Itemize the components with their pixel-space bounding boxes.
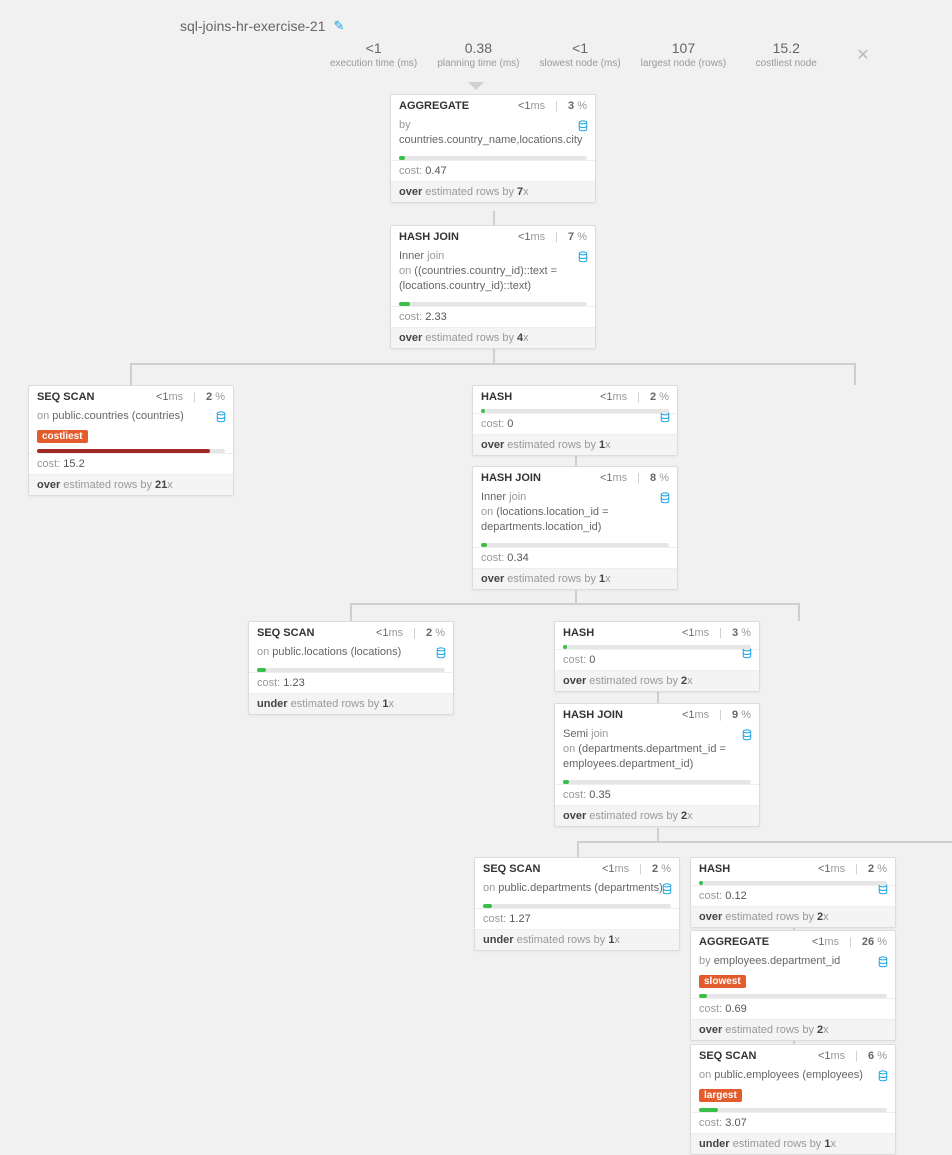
- node-hash-join-2[interactable]: HASH JOIN<1ms|8 % Inner joinon (location…: [472, 466, 678, 590]
- node-hash-2[interactable]: HASH<1ms|3 % cost: 0 over estimated rows…: [554, 621, 760, 692]
- database-icon[interactable]: [577, 251, 589, 268]
- database-icon[interactable]: [659, 411, 671, 428]
- node-hash-1[interactable]: HASH<1ms|2 % cost: 0 over estimated rows…: [472, 385, 678, 456]
- tag-largest: largest: [699, 1089, 742, 1102]
- node-seqscan-departments[interactable]: SEQ SCAN<1ms|2 % on public.departments (…: [474, 857, 680, 951]
- database-icon[interactable]: [577, 120, 589, 137]
- node-seqscan-employees[interactable]: SEQ SCAN<1ms|6 % on public.employees (em…: [690, 1044, 896, 1155]
- node-aggregate-root[interactable]: AGGREGATE<1ms|3 % by countries.country_n…: [390, 94, 596, 203]
- plan-stage: AGGREGATE<1ms|3 % by countries.country_n…: [0, 0, 952, 1062]
- conn: [493, 348, 495, 363]
- database-icon[interactable]: [877, 956, 889, 973]
- conn: [657, 828, 659, 841]
- database-icon[interactable]: [661, 883, 673, 900]
- bar-fill: [399, 156, 405, 160]
- conn: [575, 590, 577, 603]
- node-seqscan-locations[interactable]: SEQ SCAN<1ms|2 % on public.locations (lo…: [248, 621, 454, 715]
- database-icon[interactable]: [741, 729, 753, 746]
- conn: [350, 603, 800, 621]
- database-icon[interactable]: [659, 492, 671, 509]
- tag-costliest: costliest: [37, 430, 88, 443]
- node-aggregate-2[interactable]: AGGREGATE<1ms|26 % by employees.departme…: [690, 930, 896, 1041]
- database-icon[interactable]: [435, 647, 447, 664]
- database-icon[interactable]: [215, 411, 227, 428]
- database-icon[interactable]: [877, 1070, 889, 1087]
- node-seqscan-countries[interactable]: SEQ SCAN<1ms|2 % on public.countries (co…: [28, 385, 234, 496]
- database-icon[interactable]: [741, 647, 753, 664]
- node-hash-join-1[interactable]: HASH JOIN<1ms|7 % Inner joinon ((countri…: [390, 225, 596, 349]
- node-hash-join-3[interactable]: HASH JOIN<1ms|9 % Semi joinon (departmen…: [554, 703, 760, 827]
- conn: [493, 211, 495, 225]
- conn: [577, 841, 952, 857]
- node-hash-3[interactable]: HASH<1ms|2 % cost: 0.12 over estimated r…: [690, 857, 896, 928]
- conn: [130, 363, 856, 385]
- tag-slowest: slowest: [699, 975, 746, 988]
- database-icon[interactable]: [877, 883, 889, 900]
